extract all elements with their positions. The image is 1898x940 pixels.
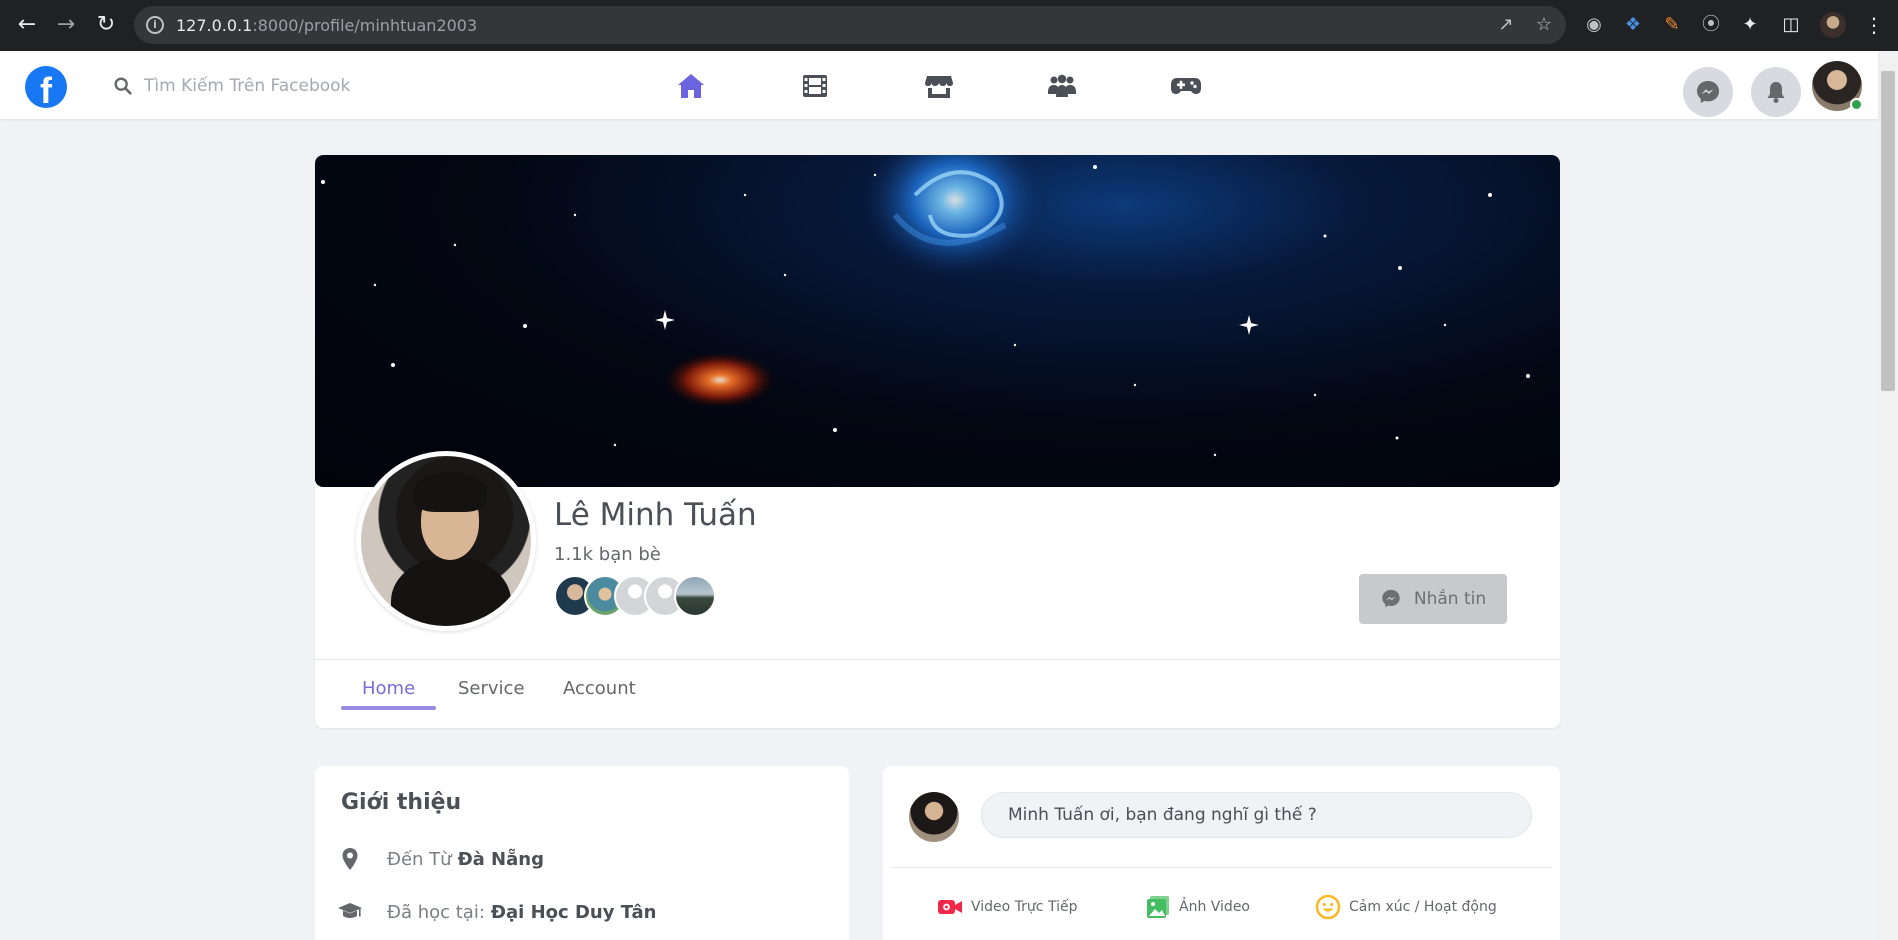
nav-tab-groups[interactable] — [1032, 67, 1092, 105]
extensions-puzzle-icon[interactable]: ✦ — [1739, 14, 1761, 36]
pen-extension-icon[interactable]: ✎ — [1661, 14, 1683, 36]
reload-icon[interactable]: ↻ — [93, 12, 119, 38]
browser-toolbar: ← → ↻ i 127.0.0.1:8000/profile/minhtuan2… — [0, 0, 1898, 51]
post-composer-card: Minh Tuấn ơi, bạn đang nghĩ gì thế ? Vid… — [883, 766, 1560, 940]
nav-tab-marketplace[interactable] — [909, 67, 969, 105]
home-icon — [678, 74, 704, 98]
photo-video-icon — [1147, 896, 1169, 918]
profile-picture-shirt — [391, 556, 511, 626]
live-video-label: Video Trực Tiếp — [971, 899, 1078, 915]
intro-row-value: Đại Học Duy Tân — [490, 901, 657, 923]
search-icon — [114, 77, 132, 95]
messenger-icon — [1697, 81, 1719, 103]
messenger-button[interactable] — [1683, 67, 1733, 117]
message-button-label: Nhắn tin — [1413, 589, 1487, 609]
browser-menu-icon[interactable]: ⋮ — [1864, 12, 1884, 38]
active-tab-indicator — [341, 706, 436, 710]
intro-row-label: Đến Từ — [387, 848, 452, 870]
url-path: :8000/profile/minhtuan2003 — [252, 16, 478, 35]
url-host: 127.0.0.1 — [176, 16, 253, 35]
intro-row-value: Đà Nẵng — [457, 848, 544, 870]
live-video-icon — [938, 900, 962, 914]
search-bar — [108, 71, 608, 101]
nav-tab-gaming[interactable] — [1156, 67, 1216, 105]
composer-input[interactable]: Minh Tuấn ơi, bạn đang nghĩ gì thế ? — [981, 792, 1532, 838]
compass-extension-icon[interactable]: ⦿ — [1700, 14, 1722, 36]
search-input[interactable] — [144, 71, 564, 101]
camera-extension-icon[interactable]: ◉ — [1583, 14, 1605, 36]
page-scrollbar[interactable] — [1878, 51, 1898, 940]
share-icon[interactable]: ↗ — [1496, 15, 1516, 35]
tab-account[interactable]: Account — [563, 678, 636, 718]
messenger-icon — [1382, 589, 1400, 608]
intro-row-hometown: Đến Từ Đà Nẵng — [337, 844, 544, 874]
nav-tab-home[interactable] — [661, 67, 721, 105]
graduation-cap-icon — [338, 903, 362, 918]
scrollbar-thumb[interactable] — [1881, 71, 1895, 391]
intro-card: Giới thiệu Đến Từ Đà Nẵng Đã học tại: Đạ… — [315, 766, 849, 940]
marketplace-icon — [925, 76, 953, 98]
galaxy-cover-image — [321, 155, 1530, 457]
intro-title: Giới thiệu — [341, 790, 462, 815]
friend-count[interactable]: 1.1k bạn bè — [554, 544, 661, 565]
tab-home[interactable]: Home — [362, 678, 415, 718]
composer-avatar[interactable] — [909, 792, 959, 842]
online-status-dot — [1850, 98, 1863, 111]
back-icon[interactable]: ← — [14, 12, 40, 38]
url-text[interactable]: 127.0.0.1:8000/profile/minhtuan2003 — [176, 16, 477, 35]
friend-avatar[interactable] — [674, 575, 716, 617]
video-icon — [803, 75, 827, 97]
bell-icon — [1767, 82, 1785, 103]
droplet-extension-icon[interactable]: ❖ — [1622, 14, 1644, 36]
cover-photo[interactable] — [315, 155, 1560, 487]
facebook-logo[interactable]: f — [25, 66, 67, 108]
nav-tab-video[interactable] — [785, 67, 845, 105]
live-video-button[interactable]: Video Trực Tiếp — [937, 892, 1077, 922]
bookmark-star-icon[interactable]: ☆ — [1534, 15, 1554, 35]
message-button[interactable]: Nhắn tin — [1359, 574, 1507, 624]
profile-picture[interactable] — [356, 451, 536, 631]
notifications-button[interactable] — [1751, 67, 1801, 117]
site-info-icon[interactable]: i — [146, 16, 164, 34]
side-panel-icon[interactable]: ◫ — [1780, 14, 1802, 36]
forward-icon[interactable]: → — [53, 12, 79, 38]
browser-profile-avatar[interactable] — [1820, 12, 1846, 38]
feeling-icon — [1315, 894, 1341, 920]
gaming-icon — [1171, 78, 1201, 94]
top-navbar: f — [0, 51, 1878, 119]
intro-row-label: Đã học tại: — [387, 901, 485, 923]
tab-service[interactable]: Service — [458, 678, 525, 718]
profile-divider — [315, 659, 1560, 660]
photo-video-label: Ảnh Video — [1179, 899, 1250, 915]
address-bar[interactable]: i 127.0.0.1:8000/profile/minhtuan2003 ↗ … — [134, 6, 1566, 44]
intro-row-education: Đã học tại: Đại Học Duy Tân — [337, 897, 657, 927]
profile-picture-hair — [413, 472, 487, 512]
location-icon — [342, 848, 358, 870]
groups-icon — [1048, 74, 1076, 97]
photo-video-button[interactable]: Ảnh Video — [1145, 892, 1250, 922]
composer-divider — [891, 867, 1552, 868]
profile-name: Lê Minh Tuấn — [554, 497, 757, 533]
profile-card: Lê Minh Tuấn 1.1k bạn bè Nhắn tin Home S… — [315, 155, 1560, 728]
feeling-activity-label: Cảm xúc / Hoạt động — [1349, 899, 1497, 915]
feeling-activity-button[interactable]: Cảm xúc / Hoạt động — [1315, 892, 1497, 922]
